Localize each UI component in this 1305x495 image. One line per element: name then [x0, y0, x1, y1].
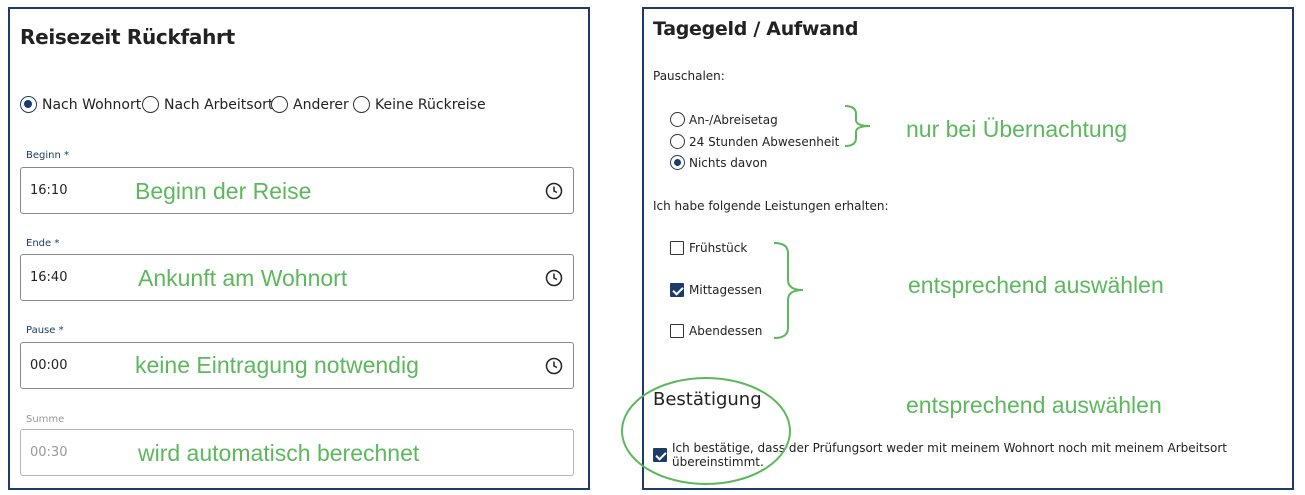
- radio-anderer[interactable]: Anderer: [271, 96, 349, 113]
- radio-nichts-davon[interactable]: Nichts davon: [670, 155, 767, 170]
- sum-label: Summe: [26, 414, 65, 425]
- begin-value: 16:10: [30, 183, 68, 198]
- clock-icon[interactable]: [545, 182, 563, 200]
- checkbox-mittagessen[interactable]: Mittagessen: [670, 283, 762, 297]
- radio-unchecked-icon: [142, 96, 159, 113]
- annotation-pause: keine Eintragung notwendig: [135, 352, 419, 378]
- radio-checked-icon: [20, 96, 37, 113]
- radio-checked-icon: [670, 155, 685, 170]
- clock-icon[interactable]: [545, 269, 563, 287]
- checkbox-unchecked-icon: [670, 324, 684, 338]
- checkbox-fruehstueck[interactable]: Frühstück: [670, 241, 747, 255]
- radio-label: Nach Arbeitsort: [164, 96, 274, 113]
- panel-title: Tagegeld / Aufwand: [653, 18, 859, 40]
- end-value: 16:40: [30, 270, 68, 285]
- checkbox-unchecked-icon: [670, 241, 684, 255]
- annotation-pauschalen: nur bei Übernachtung: [906, 116, 1128, 142]
- radio-label: An-/Abreisetag: [689, 112, 778, 127]
- annotation-confirmation: entsprechend auswählen: [906, 392, 1162, 418]
- radio-unchecked-icon: [353, 96, 370, 113]
- checkbox-label: Mittagessen: [689, 283, 762, 297]
- annotation-leistungen: entsprechend auswählen: [908, 272, 1164, 298]
- radio-keine-rueckreise[interactable]: Keine Rückreise: [353, 96, 486, 113]
- begin-label: Beginn *: [26, 150, 69, 161]
- checkbox-abendessen[interactable]: Abendessen: [670, 324, 762, 338]
- radio-label: Nach Wohnort: [42, 96, 142, 113]
- radio-unchecked-icon: [271, 96, 288, 113]
- radio-nach-arbeitsort[interactable]: Nach Arbeitsort: [142, 96, 273, 113]
- radio-unchecked-icon: [670, 134, 685, 149]
- radio-unchecked-icon: [670, 112, 685, 127]
- travel-time-return-panel: Reisezeit Rückfahrt Nach Wohnort Nach Ar…: [8, 7, 590, 490]
- sum-value: 00:30: [30, 445, 68, 460]
- confirmation-title: Bestätigung: [653, 389, 762, 410]
- pauschalen-label: Pauschalen:: [653, 69, 725, 83]
- confirmation-text: Ich bestätige, dass der Prüfungsort wede…: [672, 441, 1227, 469]
- end-label: Ende *: [26, 238, 60, 249]
- pause-value: 00:00: [30, 358, 68, 373]
- checkbox-label: Abendessen: [689, 324, 763, 338]
- panel-title: Reisezeit Rückfahrt: [20, 25, 235, 49]
- radio-an-abreisetag[interactable]: An-/Abreisetag: [670, 112, 778, 127]
- annotation-end: Ankunft am Wohnort: [138, 265, 348, 291]
- radio-label: Anderer: [293, 96, 349, 113]
- leistungen-label: Ich habe folgende Leistungen erhalten:: [653, 199, 889, 213]
- confirmation-checkbox[interactable]: Ich bestätige, dass der Prüfungsort wede…: [653, 441, 1292, 469]
- radio-label: 24 Stunden Abwesenheit: [689, 134, 840, 149]
- radio-24-stunden[interactable]: 24 Stunden Abwesenheit: [670, 134, 839, 149]
- radio-label: Nichts davon: [689, 155, 768, 170]
- pause-label: Pause *: [26, 325, 64, 336]
- annotation-sum: wird automatisch berechnet: [138, 440, 420, 466]
- annotation-begin: Beginn der Reise: [135, 178, 312, 204]
- clock-icon[interactable]: [545, 357, 563, 375]
- radio-label: Keine Rückreise: [375, 96, 486, 113]
- checkbox-label: Frühstück: [689, 241, 748, 255]
- checkbox-checked-icon: [670, 283, 684, 297]
- checkbox-checked-icon: [653, 448, 667, 462]
- radio-nach-wohnort[interactable]: Nach Wohnort: [20, 96, 141, 113]
